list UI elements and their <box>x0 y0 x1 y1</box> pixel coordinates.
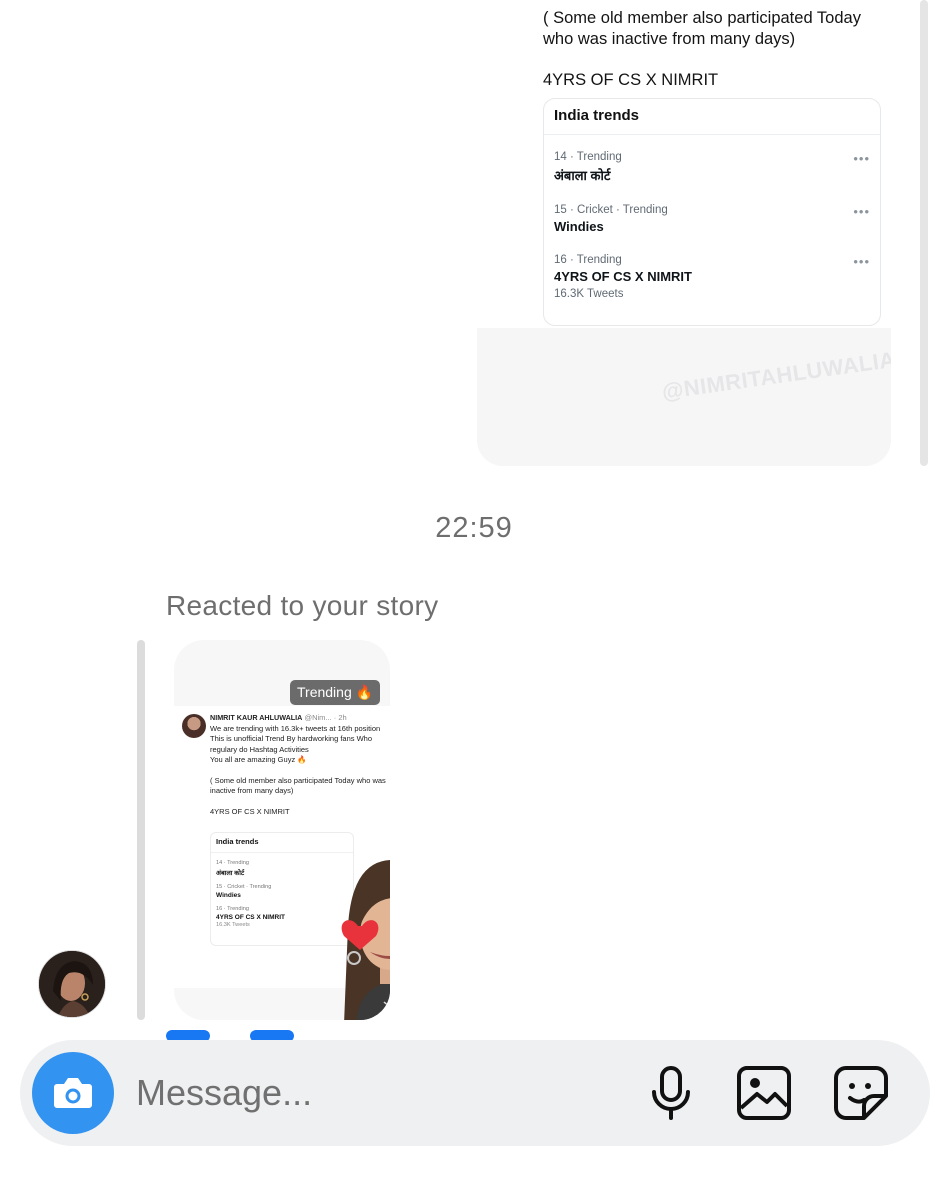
tweet-paragraph: 4YRS OF CS X NIMRIT <box>210 806 290 816</box>
trend-meta: 16 · Trending <box>554 254 622 266</box>
message-timestamp: 22:59 <box>435 512 513 544</box>
trend-meta: 14 · Trending <box>554 151 622 163</box>
trend-meta: 15 · Cricket · Trending <box>554 204 668 216</box>
caption-line: ( Some old member also participated Toda… <box>543 9 861 48</box>
mini-trend-meta: 15 · Cricket · Trending <box>216 884 272 890</box>
shared-post-bubble[interactable]: ( Some old member also participated Toda… <box>477 0 891 466</box>
mini-trends-title: India trends <box>211 833 353 853</box>
trend-name: अंबाला कोर्ट <box>554 168 611 183</box>
tweet-paragraph: We are trending with 16.3k+ tweets at 16… <box>210 723 381 765</box>
trends-card-title: India trends <box>544 99 880 135</box>
tweet-author: NIMRIT KAUR AHLUWALIA <box>210 713 303 722</box>
trend-item: 16 · Trending 4YRS OF CS X NIMRIT 16.3K … <box>544 254 880 300</box>
sticker-icon[interactable] <box>830 1062 892 1124</box>
cutoff-link-text <box>166 1030 406 1040</box>
tweet-handle: @Nim... · 2h <box>304 713 347 722</box>
mini-trend-name: 4YRS OF CS X NIMRIT <box>216 914 285 921</box>
trending-sticker: Trending 🔥 <box>290 680 381 705</box>
trend-item: 15 · Cricket · Trending Windies ••• <box>544 204 880 234</box>
mini-trend-name: अंबाला कोर्ट <box>216 870 245 877</box>
scrollbar[interactable] <box>920 0 928 466</box>
avatar-photo <box>39 951 105 1017</box>
tweet-paragraph: ( Some old member also participated Toda… <box>210 775 386 796</box>
watermark: @NIMRITAHLUWALIA <box>660 346 891 405</box>
story-thumbnail[interactable]: Trending 🔥 NIMRIT KAUR AHLUWALIA @Nim...… <box>174 640 390 1020</box>
reply-quote-bar <box>137 640 145 1020</box>
camera-icon <box>54 1078 92 1108</box>
camera-button[interactable] <box>32 1052 114 1134</box>
message-input[interactable] <box>136 1070 616 1116</box>
trend-item: 14 · Trending अंबाला कोर्ट ••• <box>544 151 880 184</box>
caption-line: 4YRS OF CS X NIMRIT <box>543 71 719 89</box>
more-options-icon: ••• <box>853 151 870 166</box>
tweet-author-avatar <box>182 714 206 738</box>
trends-card: India trends 14 · Trending अंबाला कोर्ट … <box>543 98 881 326</box>
mini-trend-meta: 14 · Trending <box>216 860 249 866</box>
gallery-icon[interactable] <box>733 1062 795 1124</box>
more-options-icon: ••• <box>853 204 870 219</box>
mini-trend-name: Windies <box>216 892 241 899</box>
mini-trend-meta: 16 · Trending <box>216 906 249 912</box>
microphone-icon[interactable] <box>640 1062 702 1124</box>
mini-trend-count: 16.3K Tweets <box>216 922 250 928</box>
more-options-icon: ••• <box>853 254 870 269</box>
heart-eyes-bitmoji-icon <box>341 860 390 1020</box>
mini-tweet: NIMRIT KAUR AHLUWALIA @Nim... · 2h We ar… <box>210 713 386 827</box>
trend-count: 16.3K Tweets <box>554 288 624 300</box>
reacted-to-story-label: Reacted to your story <box>166 590 439 621</box>
shared-post-caption: ( Some old member also participated Toda… <box>543 8 883 111</box>
trend-name: Windies <box>554 219 604 234</box>
trend-name: 4YRS OF CS X NIMRIT <box>554 269 692 284</box>
message-composer <box>20 1040 930 1146</box>
sender-avatar[interactable] <box>38 950 106 1018</box>
